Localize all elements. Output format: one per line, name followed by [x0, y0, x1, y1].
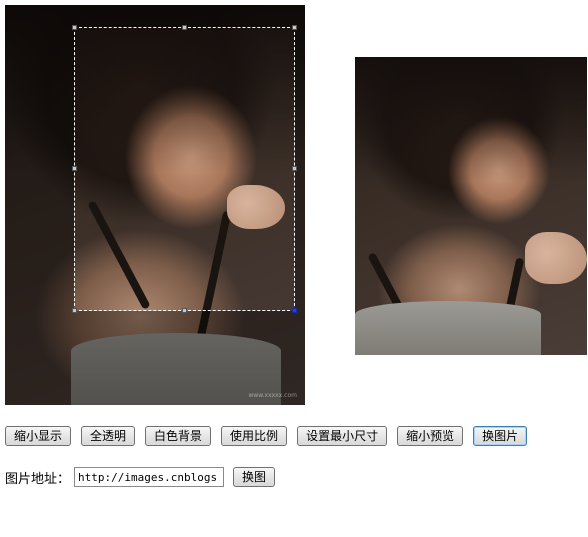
crop-handle-w[interactable]: [72, 166, 77, 171]
crop-handle-s[interactable]: [182, 308, 187, 313]
use-ratio-button[interactable]: 使用比例: [221, 426, 288, 446]
crop-handle-se[interactable]: [292, 308, 297, 313]
crop-handle-nw[interactable]: [72, 25, 77, 30]
dim-bottom: [5, 311, 305, 405]
full-transparent-button[interactable]: 全透明: [81, 426, 136, 446]
change-image-submit-button[interactable]: 换图: [233, 467, 276, 487]
crop-selection[interactable]: [74, 27, 295, 311]
image-url-form: 图片地址： 换图: [5, 467, 276, 487]
dim-top: [5, 5, 305, 27]
preview-image: [355, 57, 587, 355]
crop-handle-sw[interactable]: [72, 308, 77, 313]
change-image-button[interactable]: 换图片: [473, 426, 528, 446]
zoom-out-display-button[interactable]: 缩小显示: [5, 426, 72, 446]
crop-handle-e[interactable]: [292, 166, 297, 171]
dim-left: [5, 27, 74, 311]
shrink-preview-button[interactable]: 缩小预览: [397, 426, 464, 446]
watermark-text: www.xxxxx.com: [248, 392, 297, 399]
clothing: [355, 301, 541, 355]
set-min-size-button[interactable]: 设置最小尺寸: [297, 426, 388, 446]
crop-handle-ne[interactable]: [292, 25, 297, 30]
image-url-label: 图片地址：: [5, 471, 71, 487]
crop-handle-n[interactable]: [182, 25, 187, 30]
hair-shadow: [355, 57, 587, 183]
white-background-button[interactable]: 白色背景: [145, 426, 212, 446]
toolbar: 缩小显示 全透明 白色背景 使用比例 设置最小尺寸 缩小预览 换图片: [5, 426, 528, 446]
image-url-input[interactable]: [74, 467, 225, 487]
hand: [525, 232, 587, 284]
